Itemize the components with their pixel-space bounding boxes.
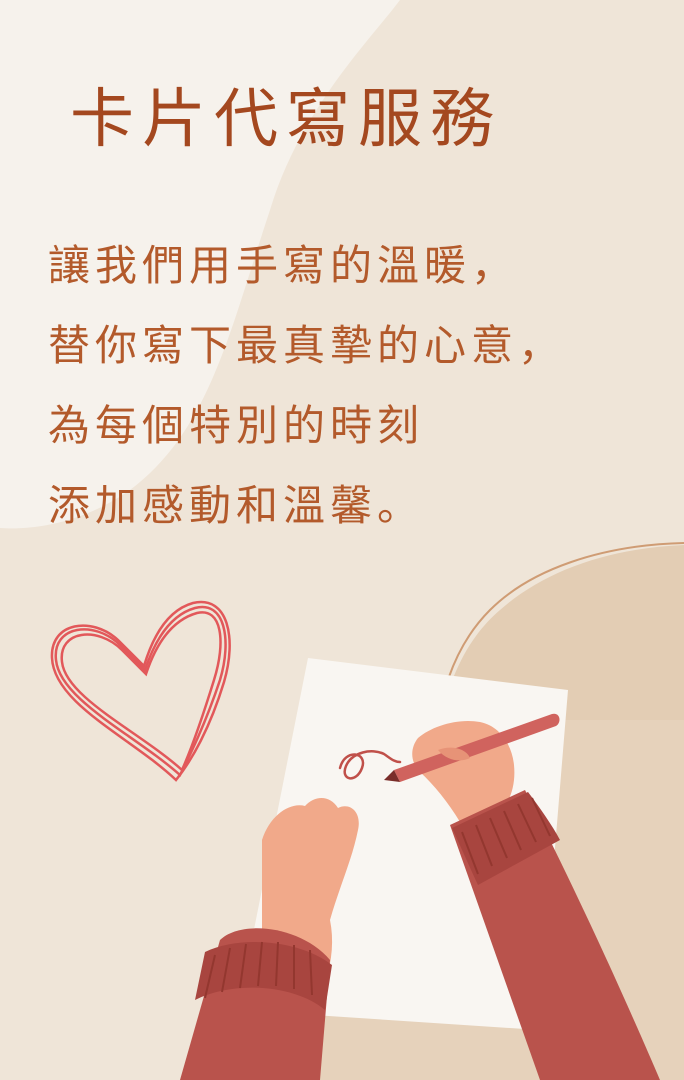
poster: 卡片代寫服務 讓我們用手寫的溫暖， 替你寫下最真摯的心意， 為每個特別的時刻 添… [0, 0, 684, 1080]
writing-illustration [50, 600, 660, 1080]
body-text: 讓我們用手寫的溫暖， 替你寫下最真摯的心意， 為每個特別的時刻 添加感動和溫馨。 [48, 226, 668, 546]
body-line-4: 添加感動和溫馨。 [48, 481, 425, 530]
left-hand [180, 797, 359, 1080]
body-line-1: 讓我們用手寫的溫暖， [48, 241, 519, 290]
body-line-3: 為每個特別的時刻 [48, 401, 425, 450]
page-title: 卡片代寫服務 [70, 83, 502, 157]
heart-icon [50, 600, 231, 782]
body-line-2: 替你寫下最真摯的心意， [48, 321, 566, 370]
